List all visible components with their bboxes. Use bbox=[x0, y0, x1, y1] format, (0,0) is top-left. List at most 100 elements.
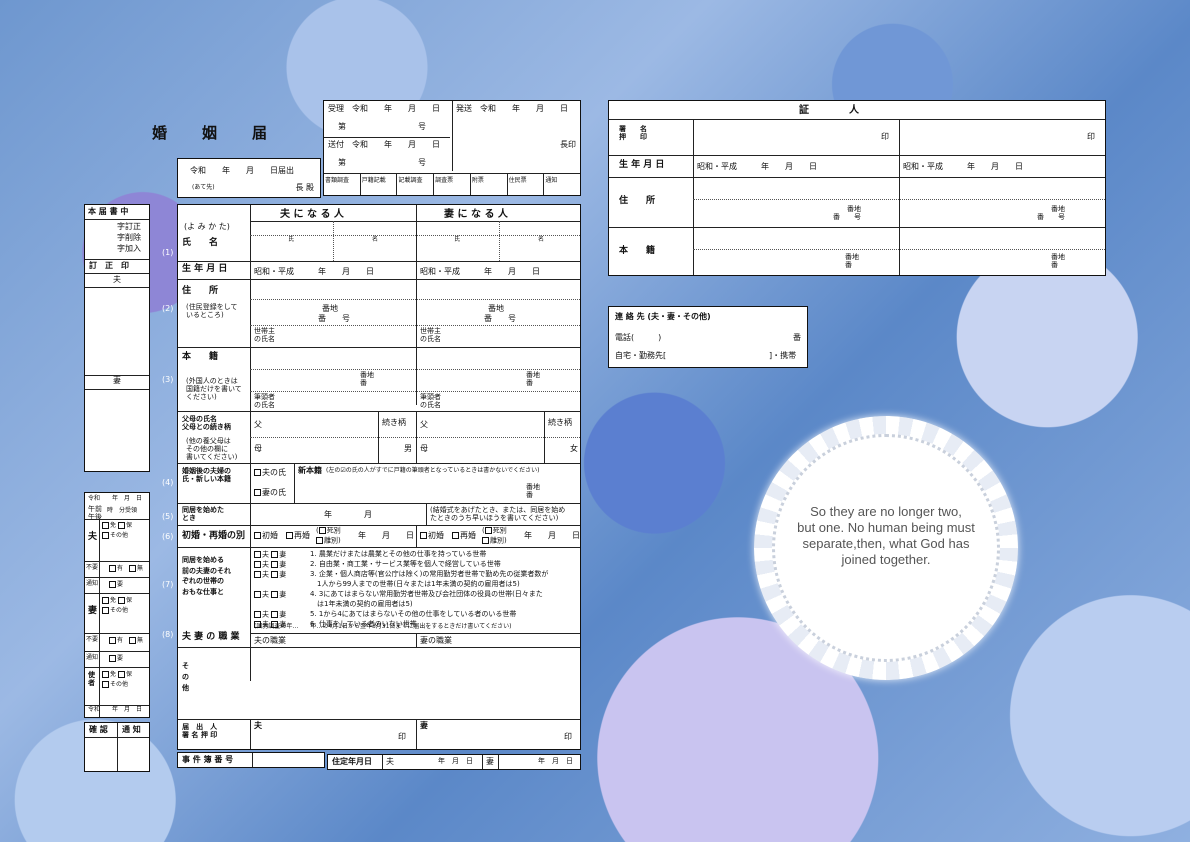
checkbox[interactable] bbox=[271, 611, 279, 618]
receipt-date: 令和 年 月 日 bbox=[88, 495, 143, 502]
checkbox[interactable] bbox=[254, 611, 261, 618]
new-honseki-banchi: 番地 番 bbox=[526, 483, 540, 500]
name-label: 氏 名 bbox=[182, 238, 219, 248]
correction-seal-label: 訂 正 印 bbox=[89, 261, 129, 270]
cohab-label: 同居を始めた とき bbox=[182, 506, 224, 523]
wife-relation-female: 女 bbox=[570, 444, 578, 453]
checkbox[interactable] bbox=[254, 551, 261, 558]
husband-father: 父 bbox=[254, 420, 262, 429]
wife-honseki-banchi: 番地 番 bbox=[526, 371, 540, 388]
witness2-address-banchi: 番地 番 号 bbox=[1037, 205, 1065, 222]
honseki-title: 本 届 書 中 bbox=[88, 207, 129, 216]
checkbox[interactable] bbox=[109, 637, 116, 644]
checkbox[interactable] bbox=[109, 581, 116, 588]
checkbox[interactable] bbox=[102, 681, 109, 688]
section-number: (8) bbox=[162, 630, 174, 639]
checkbox[interactable] bbox=[271, 561, 279, 568]
work-items: 1. 農業だけまたは農業とその他の仕事を持っている世帯 2. 自由業・商工業・サ… bbox=[310, 550, 548, 631]
correction-box: 本 届 書 中 字訂正 字削除 字加入 訂 正 印 夫 妻 bbox=[84, 204, 150, 472]
wife-header: 妻 に な る 人 bbox=[444, 209, 508, 220]
checkbox[interactable] bbox=[286, 532, 293, 539]
submission-box: 令和 年 月 日届出 (あて先) 長 殿 bbox=[177, 158, 321, 198]
fixed-husband: 夫 bbox=[386, 757, 394, 766]
wife-ribetsu: 離別) bbox=[482, 537, 507, 545]
new-honseki-label: 新本籍 bbox=[298, 466, 322, 475]
checkbox[interactable] bbox=[254, 571, 261, 578]
section-number: (3) bbox=[162, 375, 174, 384]
check-cell: 書類調査 bbox=[324, 173, 361, 195]
husband-mother: 母 bbox=[254, 444, 262, 453]
husband-shibetsu: (死別 bbox=[316, 526, 341, 535]
contact-home: 自宅・勤務先[ bbox=[615, 351, 667, 360]
sidebar-husband-label: 夫 bbox=[113, 275, 121, 284]
check-cell: 住民票 bbox=[508, 173, 545, 195]
checkbox[interactable] bbox=[102, 532, 109, 539]
checkbox[interactable] bbox=[254, 469, 261, 476]
check-cell: 附票 bbox=[471, 173, 508, 195]
checkbox[interactable] bbox=[482, 537, 489, 544]
yomikata-label: (よ み か た) bbox=[184, 222, 230, 231]
receipt-box: 令和 年 月 日 午前 午後 時 分受領 夫 免 保 その他 不要 有 無 通知… bbox=[84, 492, 150, 718]
checkbox[interactable] bbox=[452, 532, 459, 539]
check-cell: 通知 bbox=[545, 177, 558, 184]
checkbox[interactable] bbox=[271, 571, 279, 578]
checkbox[interactable] bbox=[254, 532, 261, 539]
section-number: (7) bbox=[162, 580, 174, 589]
signer-husband-seal: 印 bbox=[398, 732, 406, 741]
husband-shi: 氏 bbox=[288, 236, 295, 243]
quote-text: So they are no longer two, but one. No h… bbox=[797, 504, 975, 567]
checkbox[interactable] bbox=[254, 489, 261, 496]
wife-remarriage-date: 年 月 日 bbox=[524, 531, 580, 540]
checkbox[interactable] bbox=[129, 637, 137, 644]
checkbox[interactable] bbox=[102, 671, 109, 678]
checkbox[interactable] bbox=[271, 551, 279, 558]
case-number-label: 事 件 簿 番 号 bbox=[182, 755, 234, 764]
wife-setainushi: 世帯主 の氏名 bbox=[420, 327, 441, 344]
checkbox[interactable] bbox=[318, 527, 326, 534]
check-cell: 記載調査 bbox=[397, 173, 435, 195]
husband-job: 夫の職業 bbox=[254, 636, 286, 645]
reception-check-row: 書類調査 戸籍記載 記載調査 調査票 附票 住民票 通知 bbox=[324, 173, 580, 195]
checkbox[interactable] bbox=[129, 565, 137, 572]
wife-shi: 氏 bbox=[454, 236, 461, 243]
husband-birth: 昭和・平成 年 月 日 bbox=[254, 267, 374, 276]
checkbox[interactable] bbox=[102, 607, 109, 614]
checkbox[interactable] bbox=[102, 597, 109, 604]
checkbox[interactable] bbox=[254, 561, 261, 568]
witness1-seal: 印 bbox=[881, 132, 889, 141]
witness1-honseki-banchi: 番地 番 bbox=[845, 253, 859, 270]
contact-box: 連 絡 先 (夫・妻・その他) 電話( ) 番 自宅・勤務先[ ]・携帯 bbox=[608, 306, 808, 368]
receipt-option: その他 bbox=[102, 532, 128, 540]
checkbox[interactable] bbox=[420, 532, 427, 539]
checkbox[interactable] bbox=[254, 591, 261, 598]
husband-first-option: 初婚 再婚 bbox=[254, 531, 310, 541]
checkbox[interactable] bbox=[102, 522, 109, 529]
section-number: (5) bbox=[162, 512, 174, 521]
submission-date: 令和 年 月 日届出 bbox=[190, 166, 294, 175]
checkbox[interactable] bbox=[109, 565, 116, 572]
wife-bango: 番 号 bbox=[484, 314, 516, 323]
chief-label: 長 殿 bbox=[295, 183, 314, 192]
checkbox[interactable] bbox=[271, 591, 279, 598]
honseki-note: (外国人のときは 国籍だけを書いて ください) bbox=[186, 377, 242, 402]
wife-job: 妻の職業 bbox=[420, 636, 452, 645]
check-cell: 調査票 bbox=[434, 173, 471, 195]
parents-note: (他の養父母は その他の欄に 書いてください) bbox=[186, 437, 238, 462]
reception-box: 受理 令和 年 月 日 第 号 送付 令和 年 月 日 第 号 発送 令和 年 … bbox=[323, 100, 581, 196]
wife-name-option: 妻の氏 bbox=[254, 488, 286, 498]
receipt-time: 時 分受領 bbox=[107, 507, 138, 514]
other-label: そ の 他 bbox=[182, 662, 189, 693]
receipt-date-bottom: 令和 年 月 日 bbox=[88, 706, 143, 713]
witness-birth-label: 生 年 月 日 bbox=[619, 160, 665, 170]
confirm-label: 確 認 bbox=[89, 725, 108, 734]
checkbox[interactable] bbox=[117, 597, 125, 604]
checkbox[interactable] bbox=[316, 537, 323, 544]
checkbox[interactable] bbox=[117, 522, 125, 529]
husband-banchi: 番地 bbox=[322, 304, 338, 313]
checkbox[interactable] bbox=[109, 655, 116, 662]
sofu-date: 送付 令和 年 月 日 bbox=[328, 140, 440, 149]
checkbox[interactable] bbox=[117, 671, 125, 678]
new-honseki-note: (左の☑の氏の人がすでに戸籍の筆頭者となっているときは書かないでください) bbox=[326, 467, 540, 474]
wife-mother: 母 bbox=[420, 444, 428, 453]
checkbox[interactable] bbox=[484, 527, 492, 534]
